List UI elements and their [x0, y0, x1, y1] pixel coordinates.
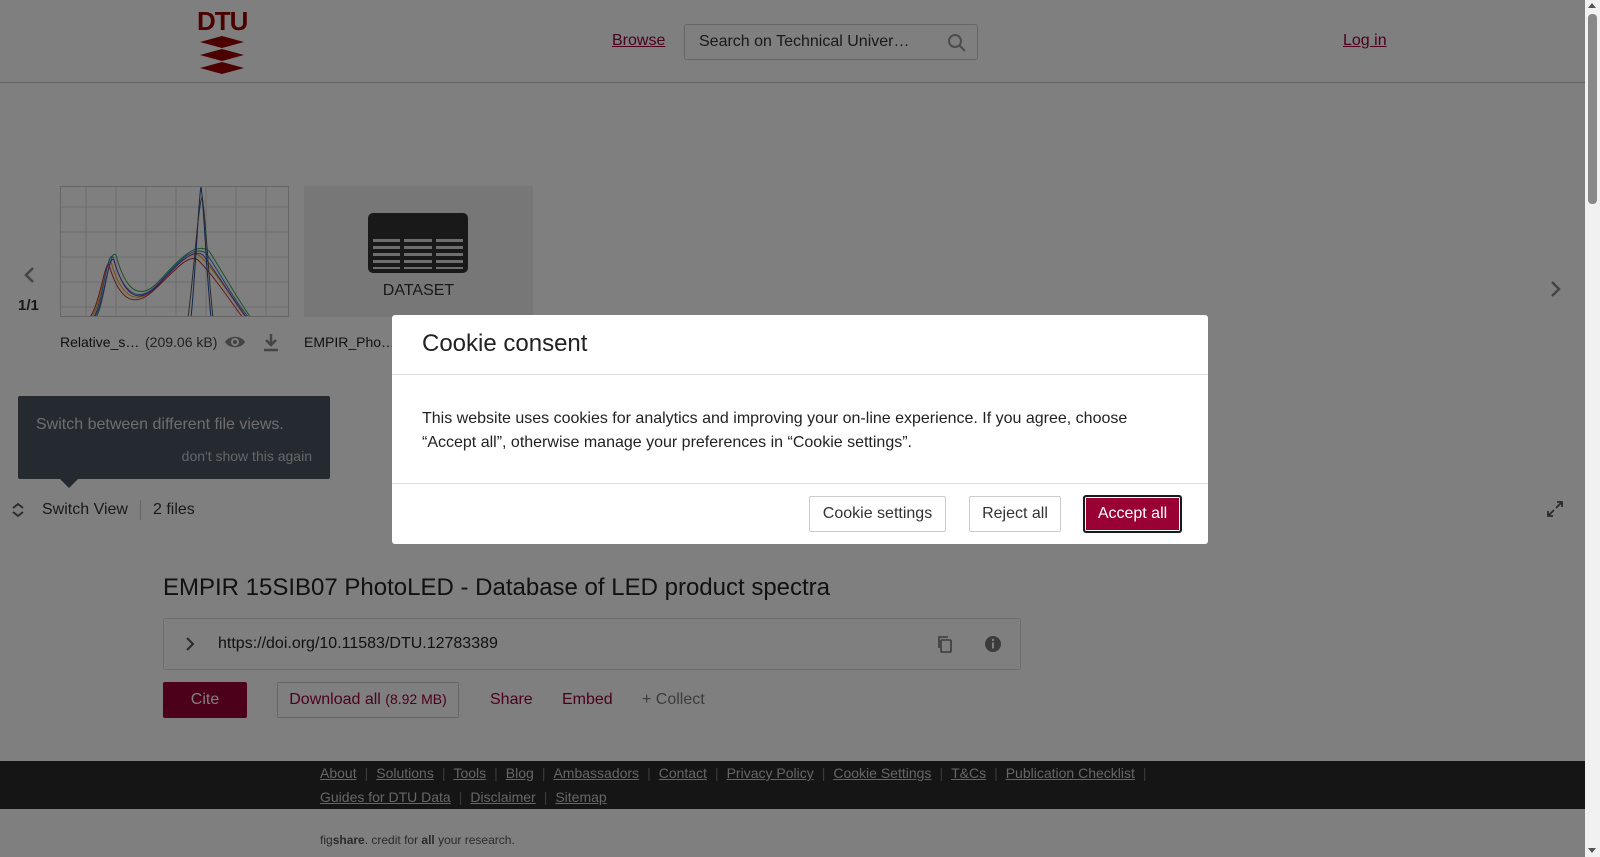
scroll-thumb[interactable] [1588, 14, 1597, 204]
scroll-down-arrow[interactable] [1588, 848, 1596, 853]
accept-all-button[interactable]: Accept all [1083, 495, 1182, 533]
scroll-up-arrow[interactable] [1588, 3, 1596, 8]
modal-body: This website uses cookies for analytics … [422, 410, 1128, 451]
modal-header: Cookie consent [392, 315, 1208, 375]
modal-title: Cookie consent [422, 330, 588, 357]
reject-all-button[interactable]: Reject all [969, 496, 1061, 532]
modal-footer: Cookie settings Reject all Accept all [392, 483, 1208, 544]
scrollbar[interactable] [1585, 0, 1600, 857]
cookie-settings-button[interactable]: Cookie settings [809, 496, 946, 532]
cookie-consent-modal: Cookie consent This website uses cookies… [392, 315, 1208, 544]
